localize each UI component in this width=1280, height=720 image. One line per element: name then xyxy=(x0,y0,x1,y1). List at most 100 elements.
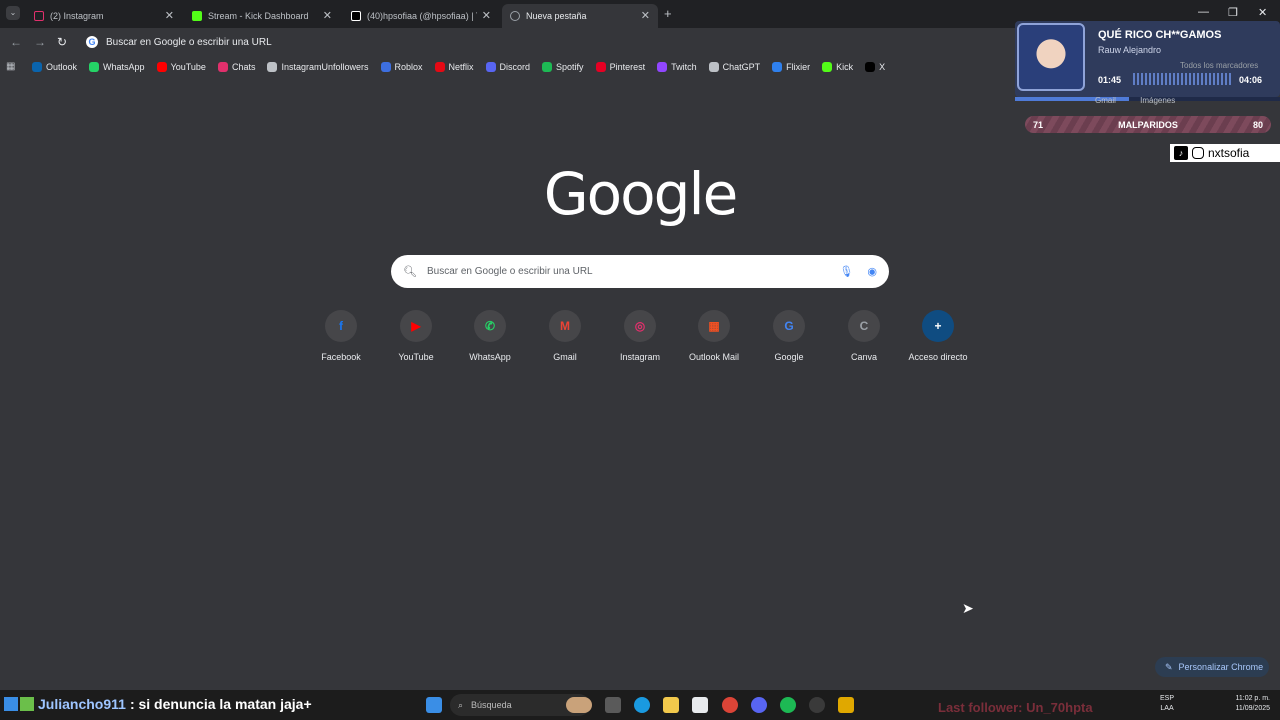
search-input[interactable]: Buscar en Google o escribir una URL xyxy=(427,266,839,277)
tab-new-tab[interactable]: Nueva pestaña ✕ xyxy=(502,4,658,28)
close-window-icon[interactable]: ✕ xyxy=(1258,6,1267,19)
bookmark-instagramunfollowers[interactable]: InstagramUnfollowers xyxy=(267,62,369,72)
close-icon[interactable]: ✕ xyxy=(323,9,332,22)
reload-icon[interactable]: ↻ xyxy=(57,35,67,49)
tab-instagram[interactable]: (2) Instagram ✕ xyxy=(26,4,182,28)
windows-start-icon[interactable] xyxy=(426,697,442,713)
tab-title: (40)hpsofiaa (@hpsofiaa) | TikT xyxy=(367,11,477,21)
instagramunfollowers-icon xyxy=(267,62,278,72)
close-icon[interactable]: ✕ xyxy=(165,9,174,22)
shortcut-whatsapp[interactable]: ✆ WhatsApp xyxy=(453,310,527,362)
forward-icon[interactable]: → xyxy=(34,35,46,49)
microphone-icon[interactable]: 🎙︎ xyxy=(839,265,853,278)
customize-chrome-button[interactable]: ✎ Personalizar Chrome xyxy=(1155,657,1269,677)
outlook-mail-icon: ▦ xyxy=(698,310,730,342)
close-icon[interactable]: ✕ xyxy=(641,9,650,22)
address-bar-text: Buscar en Google o escribir una URL xyxy=(106,36,272,48)
shortcut-acceso-directo[interactable]: + Acceso directo xyxy=(901,310,975,362)
bookmark-label: X xyxy=(879,62,886,72)
bookmark-chatgpt[interactable]: ChatGPT xyxy=(708,62,760,72)
bookmark-kick[interactable]: Kick xyxy=(822,62,853,72)
tiktok-icon: ♪ xyxy=(1174,146,1188,160)
app-icon[interactable] xyxy=(838,697,854,713)
bookmark-youtube[interactable]: YouTube xyxy=(156,62,206,72)
discord-icon[interactable] xyxy=(751,697,767,713)
shortcut-instagram[interactable]: ◎ Instagram xyxy=(603,310,677,362)
bookmark-discord[interactable]: Discord xyxy=(485,62,530,72)
audio-waveform xyxy=(1133,73,1233,85)
edge-icon[interactable] xyxy=(634,697,650,713)
address-bar[interactable]: G Buscar en Google o escribir una URL xyxy=(80,32,1020,52)
bookmark-label: Roblox xyxy=(394,62,423,72)
restore-icon[interactable]: ❐ xyxy=(1228,6,1238,19)
acceso-directo-icon: + xyxy=(922,310,954,342)
social-handle-badge: ♪ nxtsofia xyxy=(1170,144,1280,162)
bookmark-roblox[interactable]: Roblox xyxy=(380,62,423,72)
minimize-icon[interactable]: — xyxy=(1198,6,1209,18)
language-code: ESP xyxy=(1160,695,1175,702)
shortcut-canva[interactable]: C Canva xyxy=(827,310,901,362)
shortcut-label: Google xyxy=(774,352,804,362)
customize-chrome-label: Personalizar Chrome xyxy=(1178,662,1264,672)
discord-icon xyxy=(485,62,496,72)
spotify-icon[interactable] xyxy=(780,697,796,713)
apps-grid-icon[interactable]: ▦ xyxy=(6,61,18,73)
images-link[interactable]: Imágenes xyxy=(1140,96,1175,105)
tab-tiktok[interactable]: (40)hpsofiaa (@hpsofiaa) | TikT ✕ xyxy=(343,4,499,28)
team-name: MALPARIDOS xyxy=(1118,119,1178,130)
shortcut-gmail[interactable]: M Gmail xyxy=(528,310,602,362)
shortcut-label: Canva xyxy=(850,352,877,362)
widget-icon[interactable] xyxy=(566,697,592,713)
tab-title: Nueva pestaña xyxy=(526,11,587,21)
bookmark-x[interactable]: X xyxy=(865,62,885,72)
new-tab-button[interactable]: + xyxy=(664,6,672,21)
youtube-icon xyxy=(156,62,167,72)
mouse-cursor-icon: ➤ xyxy=(962,600,974,616)
gmail-link[interactable]: Gmail xyxy=(1095,96,1116,105)
bookmark-pinterest[interactable]: Pinterest xyxy=(595,62,645,72)
keyboard-layout: LAA xyxy=(1160,705,1174,712)
shortcut-outlook-mail[interactable]: ▦ Outlook Mail xyxy=(677,310,751,362)
task-view-icon[interactable] xyxy=(605,697,621,713)
bookmark-label: Chats xyxy=(231,62,256,72)
bookmark-netflix[interactable]: Netflix xyxy=(434,62,474,72)
clock-time: 11:02 p. m. xyxy=(1235,695,1270,702)
roblox-icon xyxy=(380,62,391,72)
x-icon xyxy=(865,62,876,72)
language-indicator[interactable]: ESP LAA xyxy=(1160,694,1174,714)
close-icon[interactable]: ✕ xyxy=(482,9,491,22)
back-icon[interactable]: ← xyxy=(10,35,22,49)
tab-kick-dashboard[interactable]: Stream - Kick Dashboard ✕ xyxy=(184,4,340,28)
search-icon: ⌕ xyxy=(458,699,464,710)
bookmark-twitch[interactable]: Twitch xyxy=(657,62,697,72)
shortcut-label: YouTube xyxy=(398,352,434,362)
shortcut-google[interactable]: G Google xyxy=(752,310,826,362)
file-explorer-icon[interactable] xyxy=(663,697,679,713)
taskbar-clock[interactable]: 11:02 p. m. 11/09/2025 xyxy=(1222,694,1270,714)
bookmark-label: Twitch xyxy=(671,62,697,72)
whatsapp-icon xyxy=(89,62,100,72)
google-logo: Google xyxy=(543,160,739,228)
bookmark-whatsapp[interactable]: WhatsApp xyxy=(89,62,145,72)
store-icon[interactable] xyxy=(692,697,708,713)
whatsapp-icon: ✆ xyxy=(474,310,506,342)
bookmark-flixier[interactable]: Flixier xyxy=(772,62,810,72)
shortcut-youtube[interactable]: ▶ YouTube xyxy=(379,310,453,362)
shortcut-label: Instagram xyxy=(619,352,661,362)
album-art xyxy=(1017,23,1085,91)
search-box[interactable]: 🔍︎ Buscar en Google o escribir una URL 🎙… xyxy=(391,255,889,288)
tab-search-button[interactable]: ⌄ xyxy=(6,6,20,20)
gmail-icon: M xyxy=(549,310,581,342)
google-lens-icon[interactable]: ◉ xyxy=(867,265,877,278)
bookmark-spotify[interactable]: Spotify xyxy=(542,62,584,72)
chrome-icon[interactable] xyxy=(722,697,738,713)
bookmark-label: InstagramUnfollowers xyxy=(281,62,369,72)
bookmark-chats[interactable]: Chats xyxy=(217,62,256,72)
shortcut-facebook[interactable]: f Facebook xyxy=(304,310,378,362)
shortcut-label: Acceso directo xyxy=(908,352,968,362)
obs-icon[interactable] xyxy=(809,697,825,713)
spotify-icon xyxy=(542,62,553,72)
bookmark-label: YouTube xyxy=(170,62,206,72)
kick-icon xyxy=(822,62,833,72)
bookmark-outlook[interactable]: Outlook xyxy=(32,62,77,72)
